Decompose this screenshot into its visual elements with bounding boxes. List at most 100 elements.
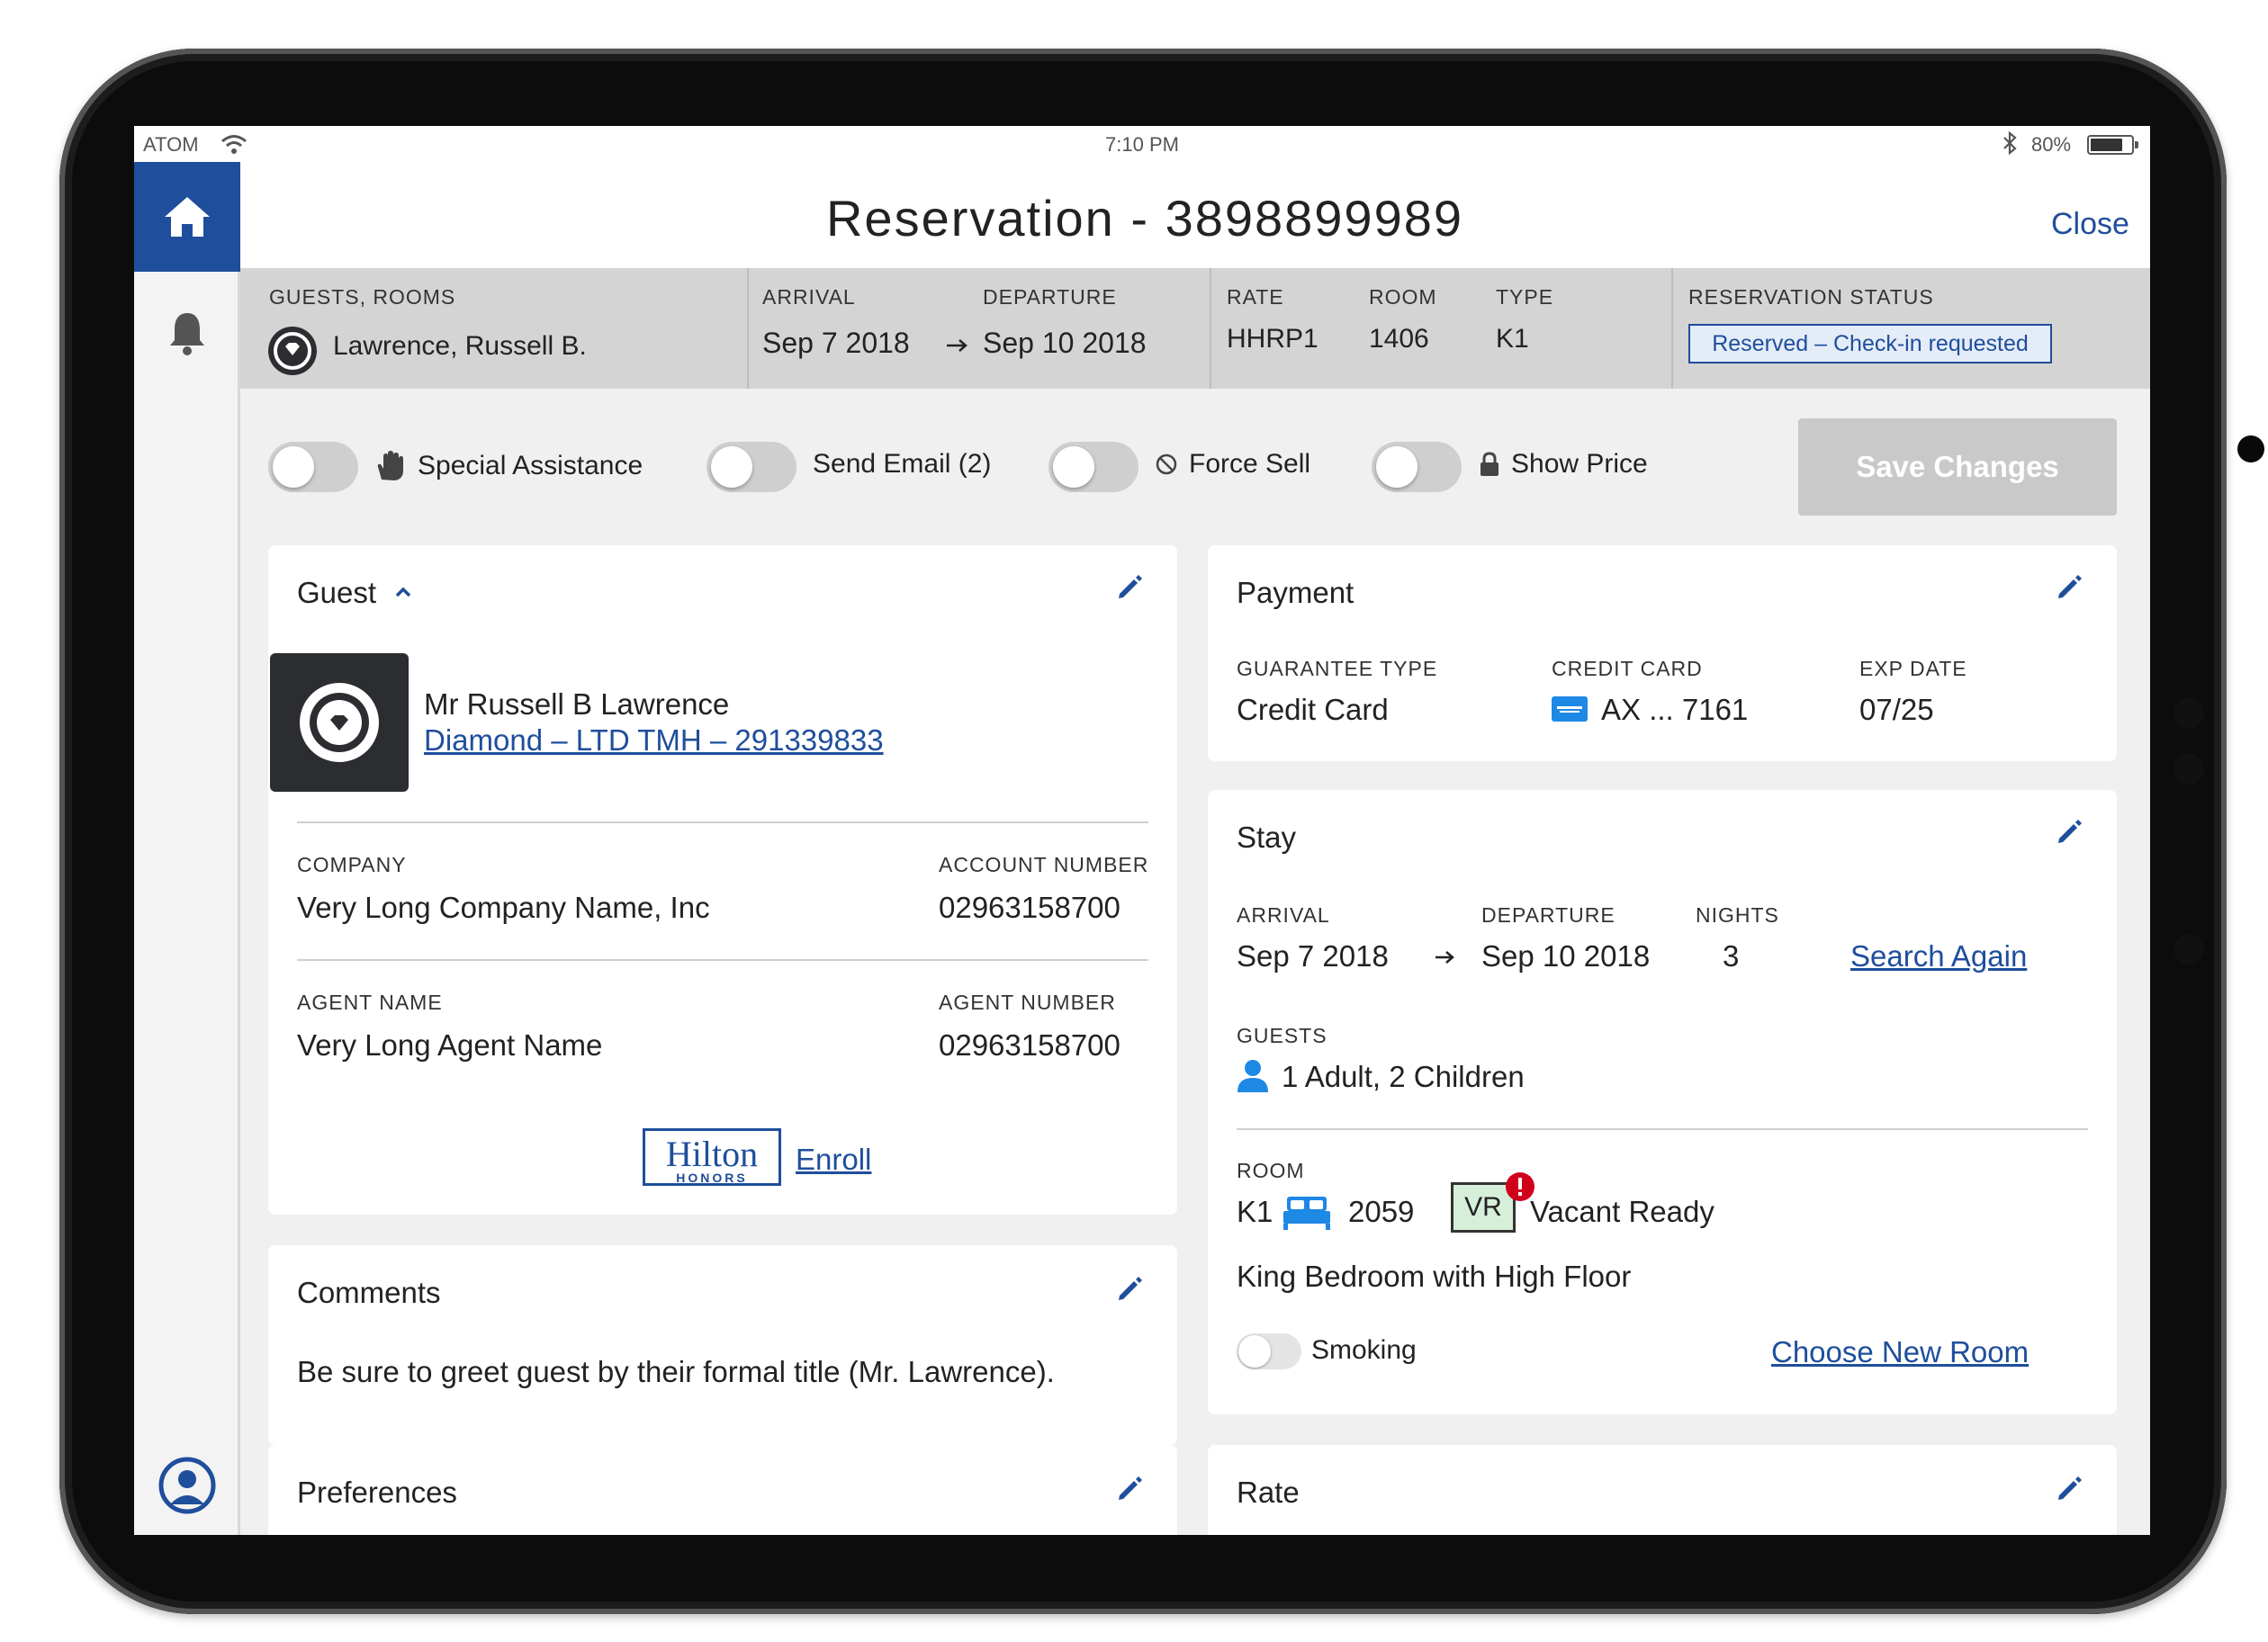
divider — [297, 821, 1148, 823]
choose-new-room-link[interactable]: Choose New Room — [1771, 1335, 2029, 1369]
credit-card-value: AX ... 7161 — [1601, 693, 1749, 726]
bluetooth-icon — [2003, 131, 2017, 155]
profile-icon — [158, 1457, 216, 1514]
home-button[interactable] — [134, 162, 240, 272]
departure-label: DEPARTURE — [983, 285, 1117, 309]
room-description: King Bedroom with High Floor — [1237, 1260, 1632, 1293]
assigned-room-number: 2059 — [1348, 1195, 1415, 1228]
arrival-date: Sep 7 2018 — [762, 327, 910, 359]
guest-card-title: Guest — [297, 576, 377, 609]
device-sensor-dot — [2174, 754, 2204, 785]
app-screen: ATOM 7:10 PM 80% Reservation - 389889998… — [134, 126, 2150, 1535]
stay-arrival-label: ARRIVAL — [1237, 903, 1330, 927]
save-changes-button[interactable]: Save Changes — [1798, 418, 2117, 516]
search-again-link[interactable]: Search Again — [1850, 939, 2027, 974]
stay-card: Stay ARRIVAL Sep 7 2018 DEPARTURE Sep 10… — [1208, 790, 2117, 1414]
stay-arrival-value: Sep 7 2018 — [1237, 939, 1389, 973]
guest-avatar — [270, 653, 409, 792]
reservation-status-badge: Reserved – Check-in requested — [1688, 324, 2052, 363]
preferences-edit-pencil-icon[interactable] — [1114, 1474, 1145, 1504]
rate-edit-pencil-icon[interactable] — [2054, 1474, 2084, 1504]
left-navigation-rail — [134, 162, 240, 1535]
notifications-button[interactable] — [134, 299, 240, 367]
stay-card-title: Stay — [1237, 821, 1297, 854]
smoking-toggle[interactable] — [1237, 1333, 1301, 1369]
force-sell-toggle[interactable] — [1048, 442, 1138, 492]
payment-card: Payment GUARANTEE TYPE Credit Card CREDI… — [1208, 545, 2117, 761]
rate-card-title: Rate — [1237, 1476, 1300, 1509]
guarantee-type-label: GUARANTEE TYPE — [1237, 657, 1438, 680]
clock: 7:10 PM — [1105, 133, 1179, 156]
comments-card: Comments Be sure to greet guest by their… — [268, 1245, 1177, 1445]
bed-icon — [1283, 1197, 1330, 1230]
preferences-card-title: Preferences — [297, 1476, 457, 1509]
stay-edit-pencil-icon[interactable] — [2054, 817, 2084, 848]
room-type: K1 — [1496, 324, 1529, 354]
battery-percentage: 80% — [2031, 133, 2072, 156]
agent-number-label: AGENT NUMBER — [939, 991, 1116, 1014]
enroll-link[interactable]: Enroll — [796, 1143, 871, 1177]
device-sensor-dot — [2174, 934, 2204, 965]
profile-button[interactable] — [152, 1450, 222, 1521]
preferences-card: Preferences — [268, 1445, 1177, 1535]
room-number: 1406 — [1369, 324, 1429, 354]
nights-label: NIGHTS — [1696, 903, 1779, 927]
show-price-option: Show Price — [1479, 449, 1648, 480]
arrival-label: ARRIVAL — [762, 285, 856, 309]
special-assistance-toggle[interactable] — [268, 442, 358, 492]
exp-date-value: 07/25 — [1859, 693, 1934, 726]
guarantee-type-value: Credit Card — [1237, 693, 1389, 726]
bell-icon — [170, 313, 204, 355]
special-assistance-option: Special Assistance — [373, 449, 643, 483]
divider — [297, 959, 1148, 961]
send-email-toggle[interactable] — [706, 442, 796, 492]
rate-card: Rate — [1208, 1445, 2117, 1535]
arrow-right-icon — [947, 339, 968, 352]
guests-rooms-label: GUESTS, ROOMS — [269, 285, 456, 309]
reservation-summary-bar: GUESTS, ROOMS Lawrence, Russell B. ARRIV… — [240, 268, 2150, 389]
battery-icon — [2087, 135, 2138, 155]
account-number-value: 02963158700 — [939, 891, 1120, 924]
account-number-label: ACCOUNT NUMBER — [939, 853, 1149, 876]
company-value: Very Long Company Name, Inc — [297, 891, 710, 924]
type-label: TYPE — [1496, 285, 1554, 309]
hand-icon — [377, 451, 403, 480]
device-camera-dot — [2174, 698, 2204, 729]
diamond-tier-icon — [300, 683, 379, 762]
chevron-up-icon[interactable] — [393, 585, 413, 599]
reservation-status-label: RESERVATION STATUS — [1688, 285, 1934, 309]
divider — [1237, 1128, 2088, 1130]
room-label: ROOM — [1237, 1159, 1305, 1182]
nights-value: 3 — [1723, 939, 1740, 973]
show-price-label: Show Price — [1511, 449, 1648, 479]
payment-card-title: Payment — [1237, 576, 1354, 609]
person-icon — [1238, 1060, 1268, 1092]
guest-card: Guest Mr Russell B Lawrence Diamond – LT… — [268, 545, 1177, 1215]
exp-date-label: EXP DATE — [1859, 657, 1967, 680]
device-side-button — [2237, 435, 2264, 462]
guest-edit-pencil-icon[interactable] — [1114, 572, 1145, 603]
company-label: COMPANY — [297, 853, 407, 876]
page-header: Reservation - 3898899989 Close — [240, 162, 2150, 268]
comments-edit-pencil-icon[interactable] — [1114, 1274, 1145, 1305]
divider — [1671, 268, 1673, 389]
credit-card-label: CREDIT CARD — [1552, 657, 1703, 680]
guests-value: 1 Adult, 2 Children — [1282, 1060, 1525, 1093]
payment-edit-pencil-icon[interactable] — [2054, 572, 2084, 603]
home-icon — [165, 197, 210, 237]
arrow-right-icon — [1436, 951, 1454, 964]
page-title: Reservation - 3898899989 — [825, 190, 1464, 247]
send-email-label: Send Email (2) — [813, 449, 992, 479]
loyalty-tier-link[interactable]: Diamond – LTD TMH – 291339833 — [424, 723, 884, 758]
send-email-option: Send Email (2) — [813, 449, 991, 480]
brand-name: Hilton — [665, 1134, 759, 1174]
divider — [1210, 268, 1211, 389]
diamond-icon — [268, 327, 317, 375]
stay-departure-value: Sep 10 2018 — [1481, 939, 1651, 973]
show-price-toggle[interactable] — [1372, 442, 1462, 492]
lock-icon — [1480, 452, 1498, 476]
hilton-honors-logo: Hilton HONORS — [643, 1128, 781, 1186]
agent-name-label: AGENT NAME — [297, 991, 443, 1014]
close-button[interactable]: Close — [2051, 207, 2129, 242]
room-status-text: Vacant Ready — [1530, 1195, 1714, 1228]
